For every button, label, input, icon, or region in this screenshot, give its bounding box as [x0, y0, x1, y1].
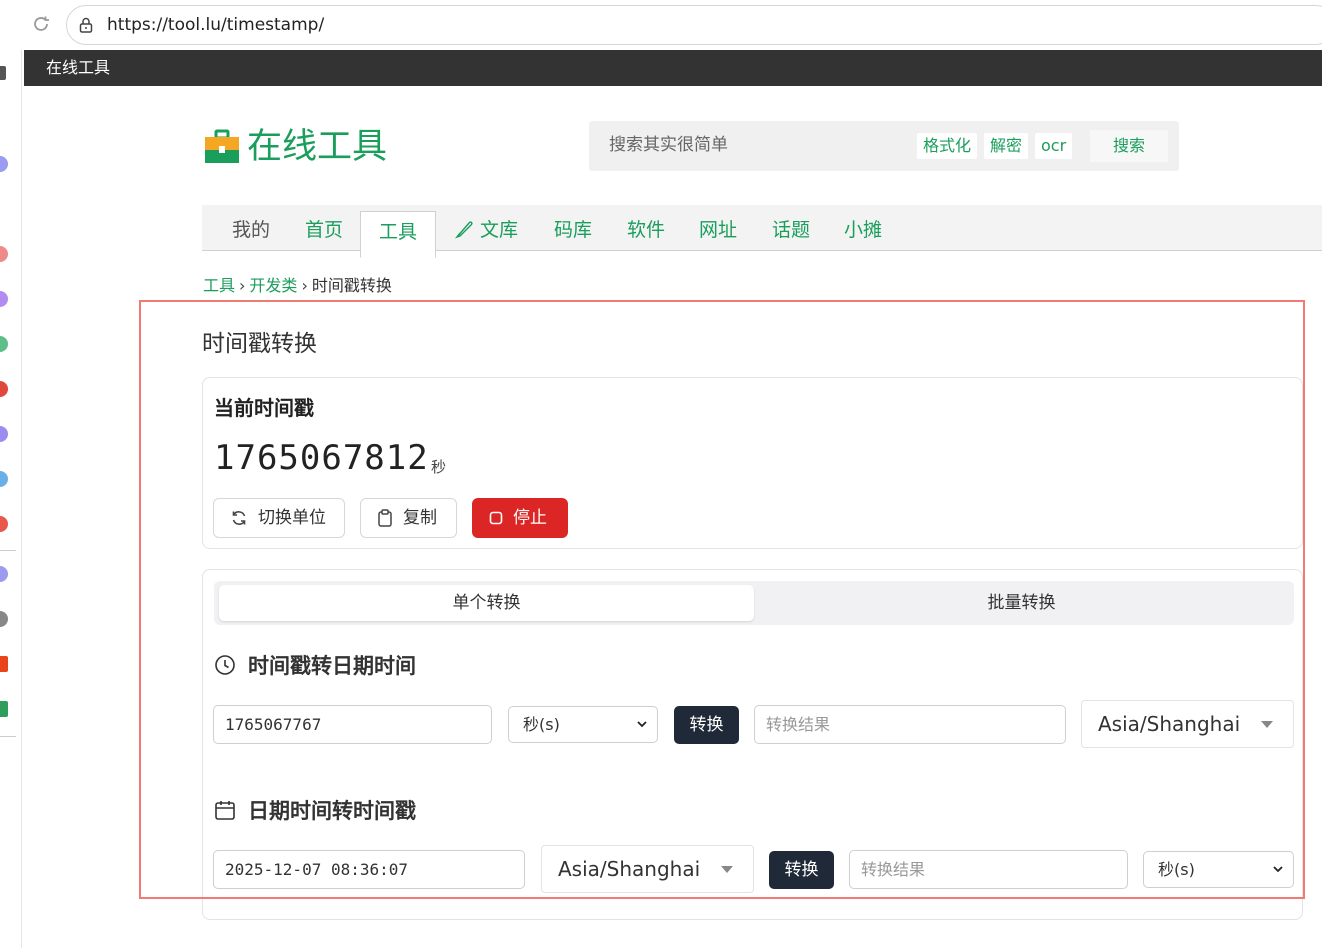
tab-single[interactable]: 单个转换	[219, 585, 754, 621]
tab-batch[interactable]: 批量转换	[754, 585, 1289, 621]
switch-unit-label: 切换单位	[258, 508, 326, 528]
search-tag-decrypt[interactable]: 解密	[984, 133, 1029, 159]
divider	[0, 550, 16, 551]
main-nav: 我的 首页 工具 文库 码库 软件 网址 话题 小摊	[202, 205, 1322, 258]
breadcrumb-tools[interactable]: 工具	[203, 276, 235, 295]
app-icon[interactable]	[0, 656, 8, 672]
clipboard-icon	[378, 509, 392, 527]
app-icon[interactable]	[0, 381, 8, 397]
converter-tabs: 单个转换 批量转换	[214, 581, 1294, 625]
app-icon[interactable]	[0, 336, 8, 352]
url-text: https://tool.lu/timestamp/	[107, 15, 325, 35]
search-box: 格式化 解密 ocr 搜索	[589, 121, 1179, 171]
switch-unit-button[interactable]: 切换单位	[213, 498, 345, 538]
site-bar-title[interactable]: 在线工具	[46, 58, 110, 77]
stop-icon	[489, 511, 503, 525]
current-timestamp-unit: 秒	[431, 458, 447, 476]
stop-button[interactable]: 停止	[472, 498, 568, 538]
current-timestamp-title: 当前时间戳	[214, 396, 314, 420]
nav-item-library[interactable]: 文库	[454, 205, 518, 251]
page-title: 时间戳转换	[202, 331, 317, 357]
browser-toolbar: https://tool.lu/timestamp/	[0, 0, 1322, 50]
browser-sidebar	[0, 50, 22, 948]
chevron-down-icon	[1273, 866, 1283, 873]
nav-item-software[interactable]: 软件	[627, 205, 665, 251]
current-timestamp-card: 当前时间戳 1765067812 秒 切换单位 复制 停止	[202, 377, 1303, 549]
refresh-icon	[232, 511, 246, 525]
nav-item-library-label: 文库	[480, 219, 519, 241]
star-icon[interactable]	[0, 566, 8, 582]
breadcrumb-dev[interactable]: 开发类	[249, 276, 297, 295]
caret-down-icon	[1261, 721, 1273, 728]
search-tag-format[interactable]: 格式化	[917, 133, 978, 159]
clock-icon	[215, 655, 235, 675]
stop-label: 停止	[513, 508, 547, 528]
nav-item-home[interactable]: 首页	[305, 205, 343, 251]
reload-icon[interactable]	[30, 13, 52, 35]
lock-icon	[79, 17, 93, 33]
nav-item-sites[interactable]: 网址	[699, 205, 737, 251]
ts-convert-button[interactable]: 转换	[674, 706, 739, 744]
app-icon[interactable]	[0, 471, 8, 487]
quill-icon	[454, 221, 473, 239]
nav-item-mine[interactable]: 我的	[232, 205, 270, 251]
search-button[interactable]: 搜索	[1090, 130, 1168, 162]
address-bar[interactable]: https://tool.lu/timestamp/	[66, 5, 1322, 45]
nav-item-stalls[interactable]: 小摊	[844, 205, 882, 251]
current-timestamp-value: 1765067812	[214, 438, 429, 478]
app-icon[interactable]	[0, 611, 8, 627]
ts-result-field[interactable]: 转换结果	[754, 705, 1066, 744]
date-unit-select[interactable]: 秒(s)	[1143, 851, 1294, 888]
ts-unit-selected: 秒(s)	[523, 715, 560, 734]
date-convert-button[interactable]: 转换	[769, 851, 834, 889]
datetime-input[interactable]: 2025-12-07 08:36:07	[213, 850, 525, 889]
app-icon[interactable]	[0, 246, 8, 262]
ts-to-date-title: 时间戳转日期时间	[248, 654, 416, 678]
chevron-down-icon	[637, 721, 647, 728]
app-icon[interactable]	[0, 426, 8, 442]
ts-unit-select[interactable]: 秒(s)	[508, 706, 658, 743]
converter-card: 单个转换 批量转换 时间戳转日期时间 1765067767 秒(s) 转换 转换…	[202, 569, 1303, 920]
copy-label: 复制	[403, 508, 437, 528]
copy-button[interactable]: 复制	[360, 498, 457, 538]
app-icon[interactable]	[0, 701, 8, 717]
search-input[interactable]	[609, 135, 899, 155]
breadcrumb-current: 时间戳转换	[311, 276, 392, 295]
caret-down-icon	[721, 866, 733, 873]
date-to-ts-section-title: 日期时间转时间戳	[214, 795, 416, 825]
date-timezone-select[interactable]: Asia/Shanghai	[541, 845, 754, 893]
ts-timezone-select[interactable]: Asia/Shanghai	[1081, 700, 1294, 748]
date-timezone-value: Asia/Shanghai	[558, 857, 701, 881]
ts-to-date-section-title: 时间戳转日期时间	[214, 650, 416, 680]
brand-title[interactable]: 在线工具	[247, 125, 387, 169]
star-icon[interactable]	[0, 156, 8, 172]
app-icon[interactable]	[0, 516, 8, 532]
site-top-bar: 在线工具	[24, 50, 1322, 86]
ts-timezone-value: Asia/Shanghai	[1098, 712, 1241, 736]
breadcrumb-separator: ›	[301, 276, 308, 295]
divider	[0, 736, 16, 737]
breadcrumb: 工具 › 开发类 › 时间戳转换	[203, 272, 392, 296]
calendar-icon	[215, 801, 235, 820]
tab-icon[interactable]	[0, 66, 6, 80]
date-result-field[interactable]: 转换结果	[849, 850, 1128, 889]
date-to-ts-title: 日期时间转时间戳	[248, 799, 416, 823]
nav-item-code[interactable]: 码库	[554, 205, 592, 251]
breadcrumb-separator: ›	[239, 276, 246, 295]
nav-item-tools[interactable]: 工具	[360, 211, 437, 258]
search-tag-ocr[interactable]: ocr	[1035, 133, 1073, 159]
date-unit-selected: 秒(s)	[1158, 860, 1195, 879]
toolbox-logo-icon[interactable]	[204, 128, 240, 164]
timestamp-input[interactable]: 1765067767	[213, 705, 492, 744]
app-icon[interactable]	[0, 291, 8, 307]
nav-item-topics[interactable]: 话题	[772, 205, 810, 251]
